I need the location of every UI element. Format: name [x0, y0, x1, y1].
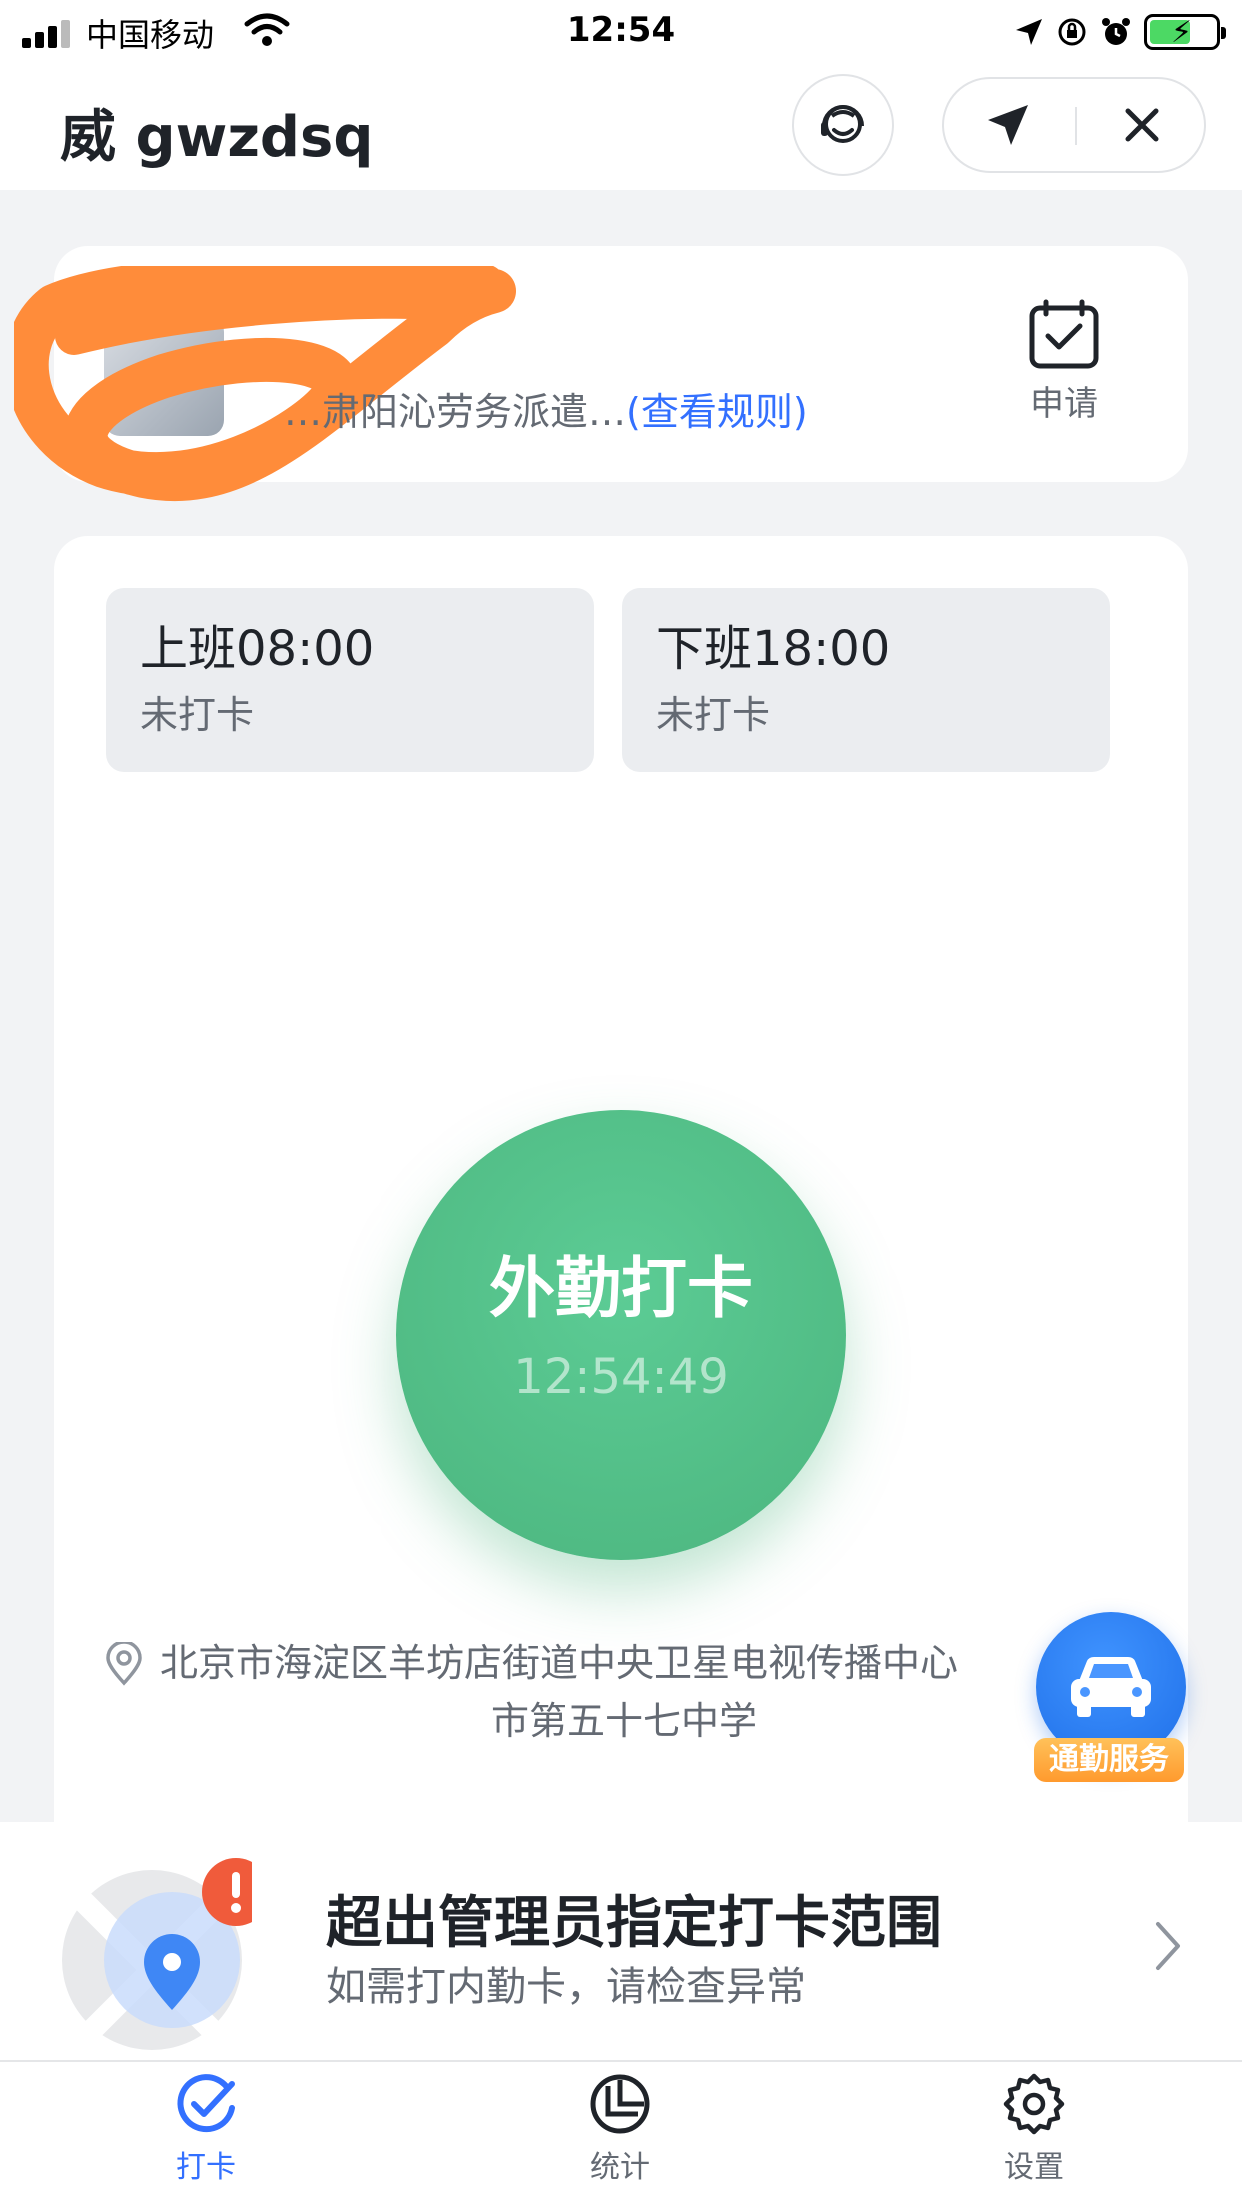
punch-time: 12:54:49	[513, 1349, 729, 1405]
shift-clock-in[interactable]: 上班08:00 未打卡	[106, 588, 594, 772]
company-text: …肃阳沁劳务派遣…(查看规则)	[284, 381, 808, 436]
support-agent-icon	[821, 105, 864, 143]
range-warning-bar[interactable]: 超出管理员指定打卡范围 如需打内勤卡，请检查异常	[0, 1822, 1242, 2060]
shift-title: 下班18:00	[656, 621, 891, 677]
punch-card: 上班08:00 未打卡 下班18:00 未打卡 外勤打卡 12:54:49 北京…	[54, 536, 1188, 1836]
tab-label: 打卡	[176, 2150, 236, 2185]
miniapp-capsule	[942, 77, 1206, 173]
tab-punch[interactable]: 打卡	[106, 2072, 306, 2186]
view-rules-link[interactable]: (查看规则)	[626, 390, 808, 434]
pie-stats-icon	[590, 2074, 650, 2134]
shift-title: 上班08:00	[140, 621, 375, 677]
apply-button[interactable]: 申请	[994, 298, 1134, 425]
check-punch-icon	[177, 2074, 235, 2133]
field-punch-button[interactable]: 外勤打卡 12:54:49	[396, 1110, 846, 1560]
company-name: …肃阳沁劳务派遣…	[284, 390, 627, 434]
page-title: 威 gwzdsq	[60, 105, 374, 170]
gear-icon	[1003, 2073, 1065, 2135]
battery-icon: ⚡	[1144, 14, 1226, 50]
shift-status: 未打卡	[656, 693, 771, 737]
status-indicators: ⚡	[1014, 12, 1226, 52]
tab-label: 统计	[590, 2150, 650, 2185]
location-services-icon	[1016, 19, 1042, 45]
capsule-divider	[1075, 107, 1077, 145]
bottom-tab-bar: 打卡 统计 设置	[0, 2060, 1242, 2208]
alarm-icon	[1102, 18, 1130, 45]
warning-title: 超出管理员指定打卡范围	[326, 1891, 942, 1956]
apply-label: 申请	[1030, 384, 1098, 424]
warning-description: 如需打内勤卡，请检查异常	[326, 1964, 806, 2010]
chevron-right-icon	[1156, 1922, 1180, 1970]
out-of-range-map-icon	[62, 1858, 252, 2050]
tab-settings[interactable]: 设置	[934, 2072, 1134, 2186]
support-button[interactable]	[792, 74, 894, 176]
profile-card: …肃阳沁劳务派遣…(查看规则) 申请	[14, 246, 1188, 502]
close-icon	[1125, 108, 1159, 142]
avatar	[104, 316, 224, 436]
car-icon	[1071, 1657, 1151, 1717]
close-button[interactable]	[1094, 89, 1190, 161]
location-line-2: 市第五十七中学	[490, 1699, 757, 1743]
commute-service-button[interactable]: 通勤服务	[1034, 1612, 1186, 1782]
shift-clock-out[interactable]: 下班18:00 未打卡	[622, 588, 1110, 772]
tab-label: 设置	[1004, 2150, 1064, 2185]
punch-label: 外勤打卡	[489, 1250, 753, 1327]
navigate-arrow-icon	[988, 105, 1028, 145]
navigate-button[interactable]	[960, 89, 1056, 161]
shift-status: 未打卡	[140, 693, 255, 737]
rotation-lock-icon	[1058, 18, 1086, 46]
location-pin-icon	[106, 1642, 142, 1686]
status-bar: 中国移动 12:54 ⚡	[0, 0, 1242, 62]
calendar-check-icon	[1029, 299, 1099, 369]
commute-label: 通勤服务	[1034, 1738, 1184, 1782]
location-line-1: 北京市海淀区羊坊店街道中央卫星电视传播中心	[160, 1641, 959, 1685]
attendance-page: 中国移动 12:54 ⚡ 威 gwzdsq …肃阳沁劳务派遣…(查看规则) 申请…	[0, 0, 1242, 2208]
tab-stats[interactable]: 统计	[520, 2072, 720, 2186]
app-header: 威 gwzdsq	[0, 62, 1242, 190]
